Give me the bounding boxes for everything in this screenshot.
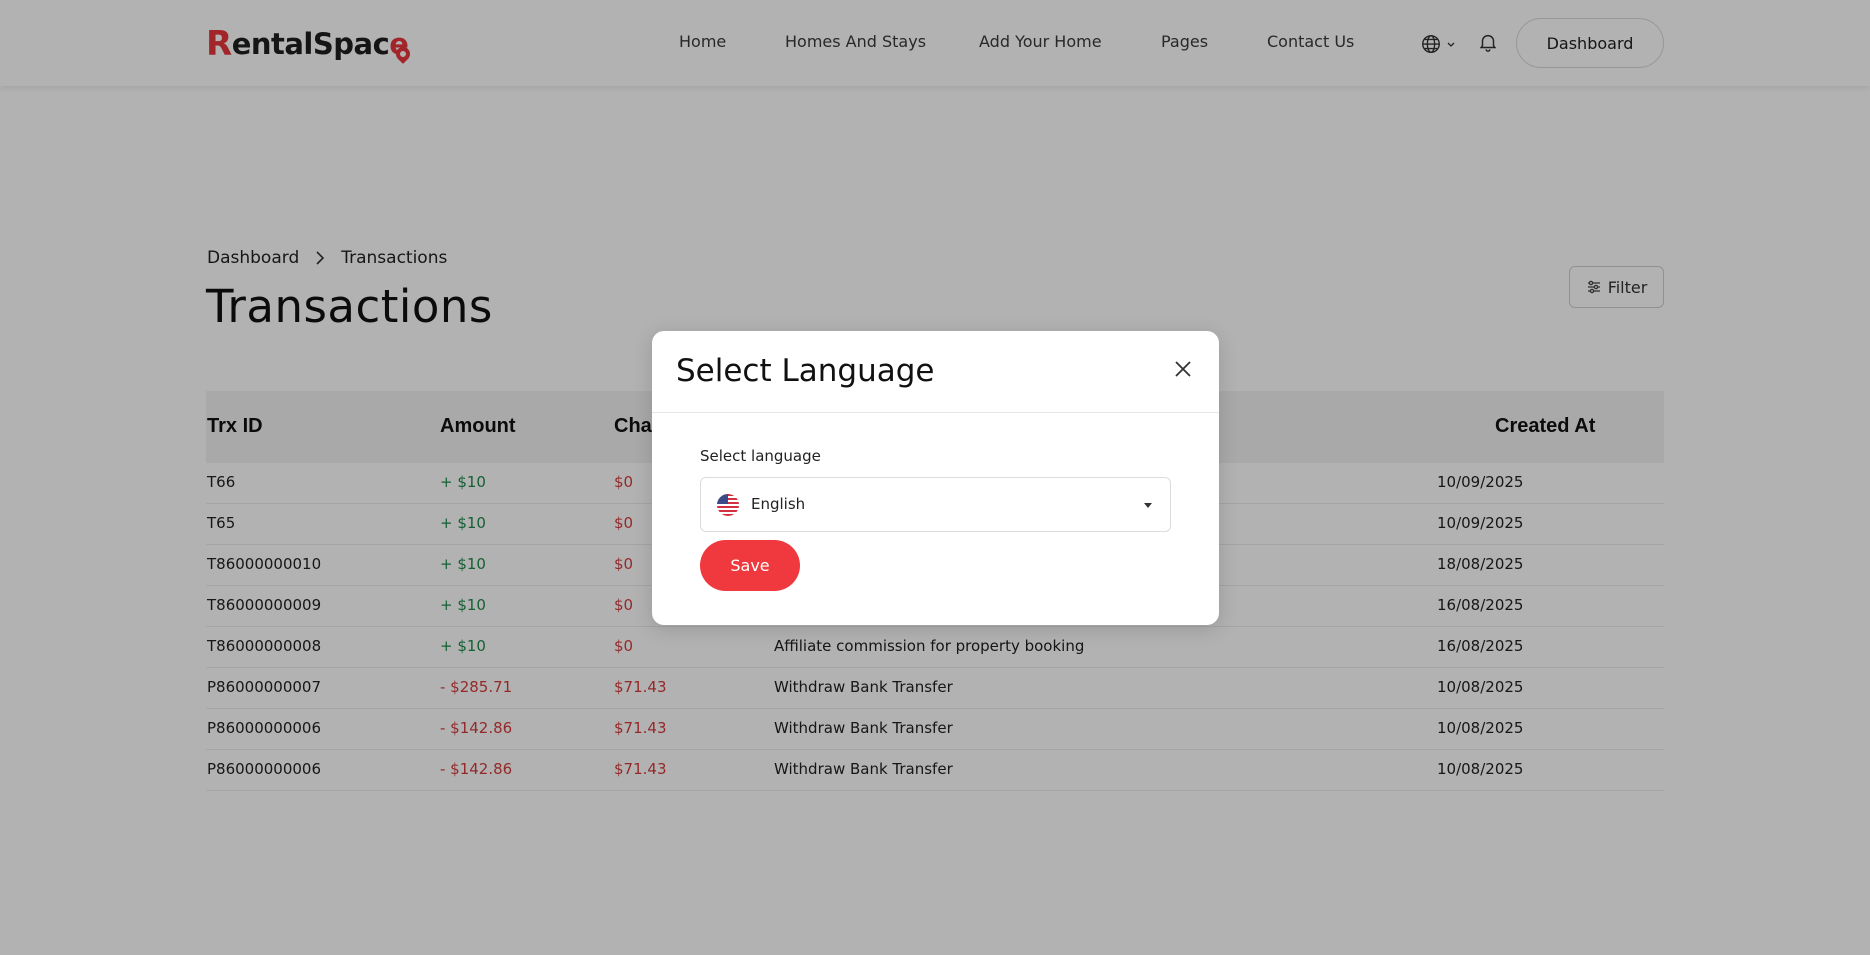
select-language-modal: Select Language Select language English …: [652, 331, 1219, 625]
modal-title: Select Language: [676, 353, 935, 389]
close-icon[interactable]: [1171, 357, 1195, 381]
us-flag-icon: [717, 494, 739, 516]
modal-divider: [652, 412, 1219, 413]
save-button[interactable]: Save: [700, 540, 800, 591]
caret-down-icon: [1144, 503, 1152, 508]
language-field-label: Select language: [700, 447, 821, 465]
language-select[interactable]: English: [700, 477, 1171, 532]
selected-language: English: [751, 495, 806, 513]
